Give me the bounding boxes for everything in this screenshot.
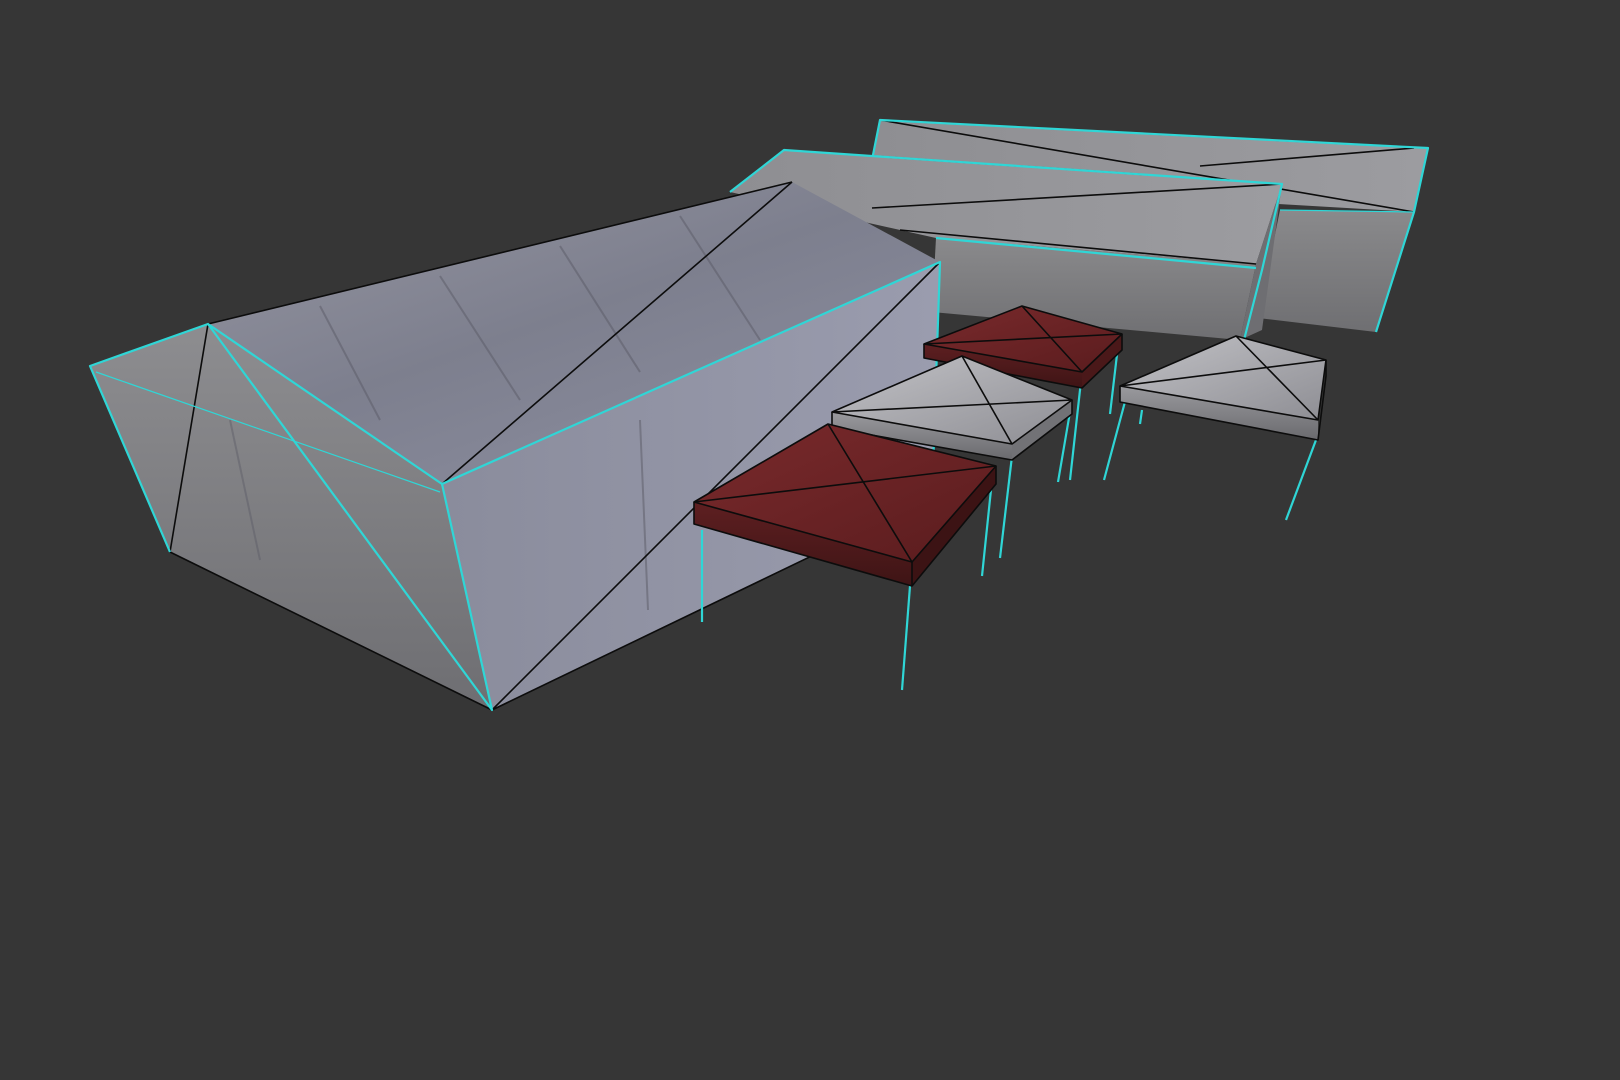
canopy-white-right[interactable]: [1102, 335, 1327, 521]
scene-canvas[interactable]: [0, 0, 1620, 1080]
3d-viewport[interactable]: [0, 0, 1620, 1080]
